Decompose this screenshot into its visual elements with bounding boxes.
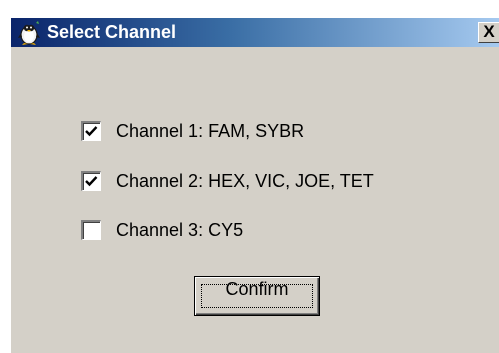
- channel-option-2[interactable]: Channel 2: HEX, VIC, JOE, TET: [81, 169, 481, 193]
- penguin-app-icon: [16, 21, 42, 45]
- focus-rectangle: [201, 284, 313, 308]
- channel-option-3[interactable]: Channel 3: CY5: [81, 218, 481, 242]
- select-channel-dialog: Select Channel X Channel 1: FAM, SYBR Ch…: [10, 18, 499, 353]
- channel-3-label: Channel 3: CY5: [116, 220, 244, 240]
- confirm-button[interactable]: Confirm: [194, 276, 320, 316]
- checkmark-icon: [85, 176, 98, 187]
- dialog-title: Select Channel: [47, 22, 177, 42]
- channel-3-checkbox[interactable]: [81, 220, 101, 240]
- channel-2-checkbox[interactable]: [81, 171, 101, 191]
- channel-1-label: Channel 1: FAM, SYBR: [116, 121, 305, 141]
- channel-1-checkbox[interactable]: [81, 121, 101, 141]
- close-icon: X: [483, 22, 495, 41]
- channel-2-label: Channel 2: HEX, VIC, JOE, TET: [116, 171, 374, 191]
- channel-option-1[interactable]: Channel 1: FAM, SYBR: [81, 119, 481, 143]
- checkmark-icon: [85, 126, 98, 137]
- close-button[interactable]: X: [478, 22, 499, 43]
- background-strip: [0, 0, 499, 18]
- title-bar[interactable]: Select Channel X: [11, 18, 499, 47]
